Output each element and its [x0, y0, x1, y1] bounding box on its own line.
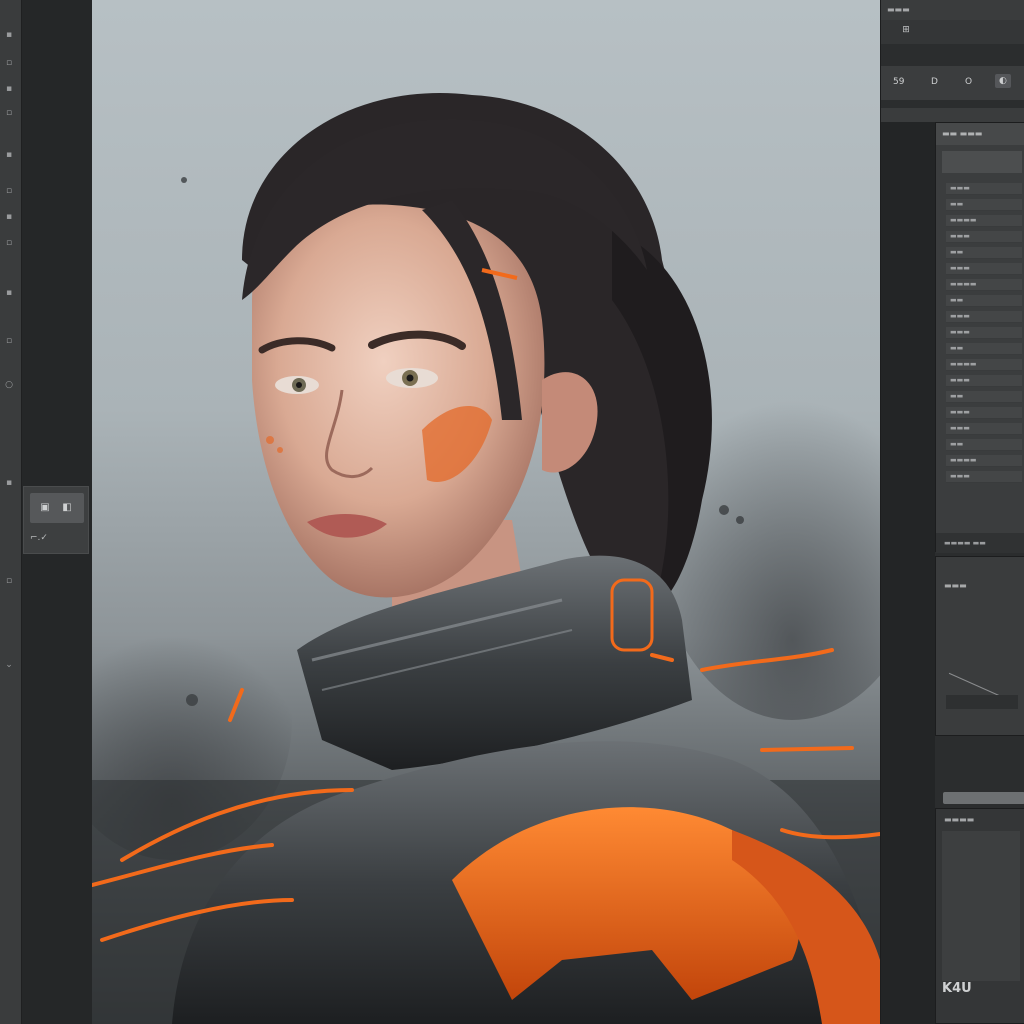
layer-row[interactable]: ▬▬▬	[946, 375, 1022, 387]
layer-row[interactable]: ▬▬	[946, 391, 1022, 403]
layers-panel-footer: ▬▬▬▬ ▬▬	[936, 533, 1024, 553]
layer-row[interactable]: ▬▬▬▬	[946, 359, 1022, 371]
layer-row[interactable]: ▬▬▬	[946, 263, 1022, 275]
floating-panel-label: ⌐.✓	[30, 533, 48, 543]
bottom-panel-footer-text: K4U	[942, 981, 972, 996]
layer-row[interactable]: ▬▬▬	[946, 231, 1022, 243]
pen-tool-icon[interactable]: ▫	[2, 336, 16, 346]
move-tool-icon[interactable]: ▪	[2, 30, 16, 40]
bottom-panel-content	[942, 831, 1020, 981]
marquee-tool-icon[interactable]: ▫	[2, 58, 16, 68]
photo-editor-window: ▪ ▫ ▪ ▫ ▪ ▫ ▪ ▫ ▪ ▫ ○ ▪ ▫ ⌄ ▣ ◧ ⌐.✓ ▬▬▬ …	[0, 0, 1024, 1024]
layer-row[interactable]: ▬▬	[946, 295, 1022, 307]
layer-row[interactable]: ▬▬▬	[946, 423, 1022, 435]
chevron-down-icon[interactable]: ⌄	[2, 660, 16, 670]
layer-row[interactable]: ▬▬	[946, 343, 1022, 355]
panel-divider-bar[interactable]	[943, 792, 1024, 804]
document-canvas[interactable]	[92, 0, 880, 1024]
floating-panel-button-row: ▣ ◧	[30, 493, 84, 523]
layers-panel-title: ▬▬ ▬▬▬	[942, 129, 983, 138]
layer-row[interactable]: ▬▬	[946, 199, 1022, 211]
dock-collapsed-column	[881, 122, 935, 1024]
crop-tool-icon[interactable]: ▪	[2, 150, 16, 160]
floating-tool-panel: ▣ ◧ ⌐.✓	[23, 486, 89, 554]
right-panel-dock: ▬▬▬ ⊞ 59 D O ◐ ▬▬ ▬▬▬ ▬▬▬ ▬▬ ▬▬▬▬ ▬▬▬ ▬▬…	[880, 0, 1024, 1024]
gradient-tool-icon[interactable]: ▪	[2, 288, 16, 298]
dock-tab[interactable]: ⊞	[895, 25, 917, 39]
tools-toolbar: ▪ ▫ ▪ ▫ ▪ ▫ ▪ ▫ ▪ ▫ ○ ▪ ▫ ⌄	[0, 0, 22, 1024]
properties-field[interactable]	[946, 695, 1018, 709]
type-tool-icon[interactable]: ▪	[2, 478, 16, 488]
adjustment-icon-1[interactable]: 59	[893, 77, 904, 87]
dock-tab-bar: ⊞	[881, 20, 1024, 44]
adjustment-icon-3[interactable]: O	[965, 77, 972, 87]
layer-icon[interactable]: ▣	[38, 502, 52, 514]
layer-row[interactable]: ▬▬▬	[946, 183, 1022, 195]
layer-row[interactable]: ▬▬	[946, 247, 1022, 259]
layers-panel-header: ▬▬ ▬▬▬	[936, 123, 1024, 145]
mask-icon[interactable]: ◧	[60, 502, 74, 514]
shape-tool-icon[interactable]: ▫	[2, 576, 16, 586]
layer-row[interactable]: ▬▬▬▬	[946, 455, 1022, 467]
adjustment-icon-2[interactable]: D	[931, 77, 938, 87]
bottom-panel: ▬▬▬▬ K4U	[935, 808, 1024, 1024]
brush-tool-icon[interactable]: ▪	[2, 212, 16, 222]
layer-row[interactable]: ▬▬▬	[946, 407, 1022, 419]
dock-header-title: ▬▬▬	[887, 5, 910, 14]
eraser-tool-icon[interactable]: ▫	[2, 238, 16, 248]
layer-row[interactable]: ▬▬	[946, 439, 1022, 451]
dock-header: ▬▬▬	[881, 0, 1024, 20]
lasso-tool-icon[interactable]: ▪	[2, 84, 16, 94]
layer-row[interactable]: ▬▬▬	[946, 311, 1022, 323]
portrait-artwork	[92, 92, 880, 1024]
layer-row[interactable]: ▬▬▬	[946, 471, 1022, 483]
properties-panel: ▬▬▬	[935, 556, 1024, 736]
dock-separator	[881, 108, 1024, 122]
layer-row[interactable]: ▬▬▬	[946, 327, 1022, 339]
bottom-panel-title: ▬▬▬▬	[944, 815, 975, 824]
zoom-tool-icon[interactable]: ○	[2, 380, 16, 390]
layers-filter-bar[interactable]	[942, 151, 1022, 173]
eyedropper-tool-icon[interactable]: ▫	[2, 186, 16, 196]
adjustments-icon-row: 59 D O ◐	[881, 66, 1024, 100]
adjustment-icon-4[interactable]: ◐	[995, 74, 1011, 88]
layer-row[interactable]: ▬▬▬▬	[946, 215, 1022, 227]
layers-panel: ▬▬ ▬▬▬ ▬▬▬ ▬▬ ▬▬▬▬ ▬▬▬ ▬▬ ▬▬▬ ▬▬▬▬ ▬▬ ▬▬…	[935, 122, 1024, 553]
properties-panel-title: ▬▬▬	[944, 581, 967, 590]
layer-row[interactable]: ▬▬▬▬	[946, 279, 1022, 291]
quick-select-tool-icon[interactable]: ▫	[2, 108, 16, 118]
